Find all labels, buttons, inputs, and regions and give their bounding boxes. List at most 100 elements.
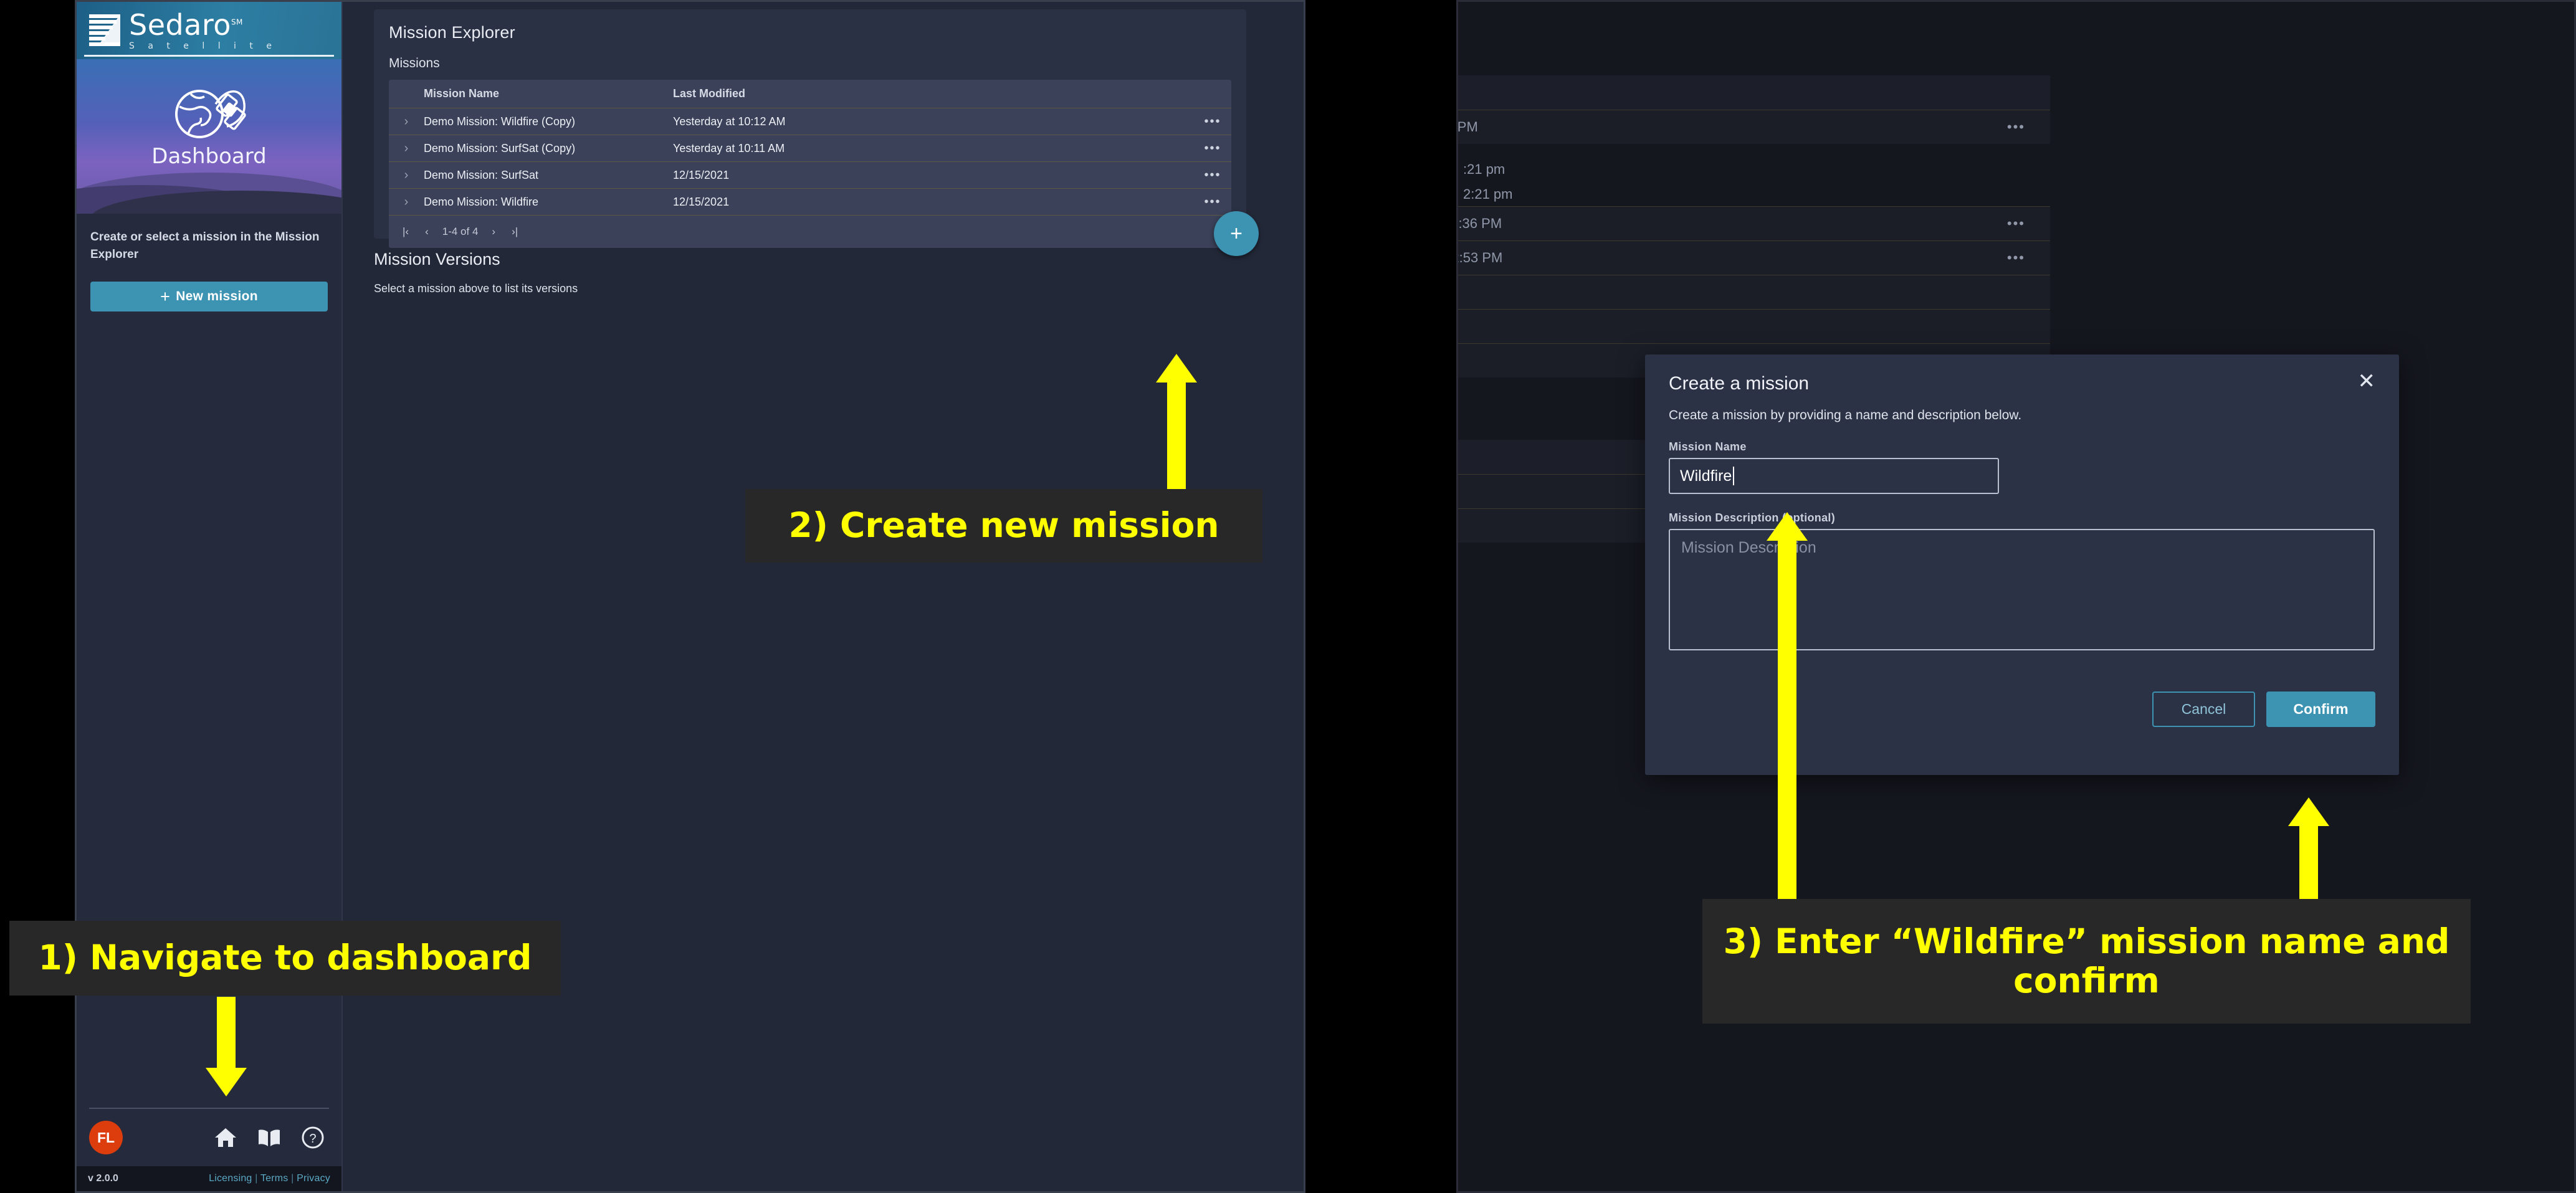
plus-icon: +: [160, 287, 171, 306]
cell-last-modified: 12/15/2021: [673, 195, 730, 208]
privacy-link[interactable]: Privacy: [297, 1173, 330, 1184]
dialog-header: Create a mission ✕: [1669, 371, 2376, 394]
add-mission-fab[interactable]: +: [1214, 211, 1259, 256]
page-title: Mission Explorer: [389, 23, 515, 42]
table-row[interactable]: › Demo Mission: Wildfire (Copy) Yesterda…: [389, 108, 1231, 135]
mission-name-value: Wildfire: [1680, 467, 1732, 485]
new-mission-label: New mission: [176, 289, 258, 304]
terms-link[interactable]: Terms: [260, 1173, 289, 1184]
prev-page-button[interactable]: ‹: [422, 226, 431, 238]
expand-chevron-icon[interactable]: ›: [389, 168, 424, 183]
cell-mission-name: Demo Mission: SurfSat: [424, 168, 539, 181]
annotation-callout-2: 2) Create new mission: [745, 489, 1262, 563]
first-page-button[interactable]: |‹: [400, 226, 411, 238]
book-icon[interactable]: [257, 1125, 282, 1150]
sidebar-help-text: Create or select a mission in the Missio…: [90, 231, 320, 261]
background-loose-text-1: :21 pm: [1463, 161, 1505, 177]
next-page-button[interactable]: ›: [489, 226, 498, 238]
footer-links: Licensing | Terms | Privacy: [209, 1173, 330, 1184]
new-mission-button[interactable]: + New mission: [90, 282, 328, 312]
row-menu-icon: •••: [2006, 119, 2025, 135]
confirm-button[interactable]: Confirm: [2266, 692, 2375, 727]
screenshot-root: SedaroSM S a t e l l i t e Dashboard Cre…: [0, 0, 2576, 1193]
create-mission-dialog: Create a mission ✕ Create a mission by p…: [1645, 354, 2399, 775]
mission-name-input[interactable]: Wildfire: [1669, 458, 1999, 494]
mission-name-label: Mission Name: [1669, 440, 1747, 453]
version-label: v 2.0.0: [88, 1173, 118, 1184]
cell-last-modified: Yesterday at 10:11 AM: [673, 141, 785, 154]
table-row[interactable]: › Demo Mission: SurfSat 12/15/2021 •••: [389, 162, 1231, 189]
row-menu-icon[interactable]: •••: [1194, 115, 1231, 129]
annotation-text-2: 2) Create new mission: [788, 505, 1219, 546]
annotation-arrow-3b: [2288, 797, 2329, 910]
home-icon[interactable]: [213, 1125, 238, 1150]
annotation-arrow-2: [1156, 354, 1197, 503]
row-menu-icon: •••: [2006, 216, 2025, 231]
licensing-link[interactable]: Licensing: [209, 1173, 252, 1184]
dashboard-hero: Dashboard: [77, 59, 341, 214]
background-loose-text-2: 2:21 pm: [1463, 186, 1513, 202]
dialog-title: Create a mission: [1669, 373, 1810, 394]
cell-mission-name: Demo Mission: Wildfire (Copy): [424, 115, 576, 128]
background-spacer: [1458, 13, 2050, 75]
sedaro-logo-icon: [88, 12, 123, 49]
globe-satellite-icon: [169, 77, 249, 141]
column-header-mission-name: Mission Name: [424, 87, 500, 100]
dashboard-window-left: SedaroSM S a t e l l i t e Dashboard Cre…: [75, 0, 1305, 1193]
background-cell-modified: Today at 11:02 PM: [1457, 119, 1478, 135]
sidebar-footer: v 2.0.0 Licensing | Terms | Privacy: [77, 1166, 341, 1191]
annotation-text-1: 1) Navigate to dashboard: [38, 938, 532, 978]
confirm-label: Confirm: [2293, 701, 2349, 717]
background-spacer: [1458, 144, 2050, 206]
svg-text:?: ?: [309, 1132, 316, 1146]
annotation-text-3: 3) Enter “Wildfire” mission name and con…: [1723, 921, 2450, 1001]
brand-name: SedaroSM: [129, 8, 243, 42]
column-header-last-modified: Last Modified: [673, 87, 745, 100]
cell-mission-name: Demo Mission: Wildfire: [424, 195, 539, 208]
cell-last-modified: Yesterday at 10:12 AM: [673, 115, 786, 128]
missions-table: Mission Name Last Modified › Demo Missio…: [389, 80, 1231, 248]
missions-section-label: Missions: [389, 56, 440, 70]
background-row: Last Wed: [1458, 309, 2050, 343]
row-menu-icon[interactable]: •••: [1194, 141, 1231, 156]
last-page-button[interactable]: ›|: [509, 226, 520, 238]
background-row: Yesterday at 11:36 PM •••: [1458, 206, 2050, 240]
sidebar-nav: FL ?: [77, 1109, 341, 1166]
brand-subtitle: S a t e l l i t e: [129, 41, 277, 51]
background-cell-modified: Last Friday at 2:53 PM: [1458, 250, 1503, 265]
mission-explorer-card: Mission Explorer Missions Mission Name L…: [374, 9, 1259, 256]
row-menu-icon[interactable]: •••: [1194, 168, 1231, 183]
plus-icon: +: [1230, 221, 1243, 245]
cell-last-modified: 12/15/2021: [673, 168, 730, 181]
background-row: Last Friday at 2:53 PM •••: [1458, 240, 2050, 275]
expand-chevron-icon[interactable]: ›: [389, 195, 424, 209]
expand-chevron-icon[interactable]: ›: [389, 141, 424, 156]
annotation-callout-1: 1) Navigate to dashboard: [9, 921, 561, 996]
background-cell-modified: Yesterday at 11:36 PM: [1458, 216, 1502, 231]
table-row[interactable]: › Demo Mission: Wildfire 12/15/2021 •••: [389, 189, 1231, 216]
help-icon[interactable]: ?: [300, 1125, 325, 1150]
page-range-label: 1-4 of 4: [442, 226, 479, 237]
text-caret: [1733, 467, 1735, 485]
row-menu-icon[interactable]: •••: [1194, 195, 1231, 209]
table-pagination: |‹ ‹ 1-4 of 4 › ›|: [389, 216, 1231, 248]
table-row[interactable]: › Demo Mission: SurfSat (Copy) Yesterday…: [389, 135, 1231, 162]
background-column-header: Last Modified: [1458, 75, 2050, 110]
main-content: Mission Explorer Missions Mission Name L…: [343, 2, 1304, 1191]
hero-label: Dashboard: [151, 144, 267, 169]
expand-chevron-icon[interactable]: ›: [389, 115, 424, 129]
avatar-initials: FL: [97, 1129, 115, 1146]
brand-header: SedaroSM S a t e l l i t e: [77, 2, 341, 59]
footer-separator-2: |: [291, 1173, 294, 1184]
cancel-button[interactable]: Cancel: [2152, 692, 2255, 727]
mission-versions-title: Mission Versions: [374, 250, 500, 269]
avatar[interactable]: FL: [89, 1121, 123, 1154]
background-row: Last Frida: [1458, 275, 2050, 309]
annotation-callout-3: 3) Enter “Wildfire” mission name and con…: [1702, 899, 2471, 1024]
brand-tm: SM: [231, 17, 243, 27]
background-row: Today at 11:02 PM •••: [1457, 110, 2050, 144]
cell-mission-name: Demo Mission: SurfSat (Copy): [424, 141, 576, 154]
close-icon[interactable]: ✕: [2358, 371, 2376, 392]
annotation-arrow-1: [206, 997, 247, 1096]
mission-versions-note: Select a mission above to list its versi…: [374, 282, 578, 295]
